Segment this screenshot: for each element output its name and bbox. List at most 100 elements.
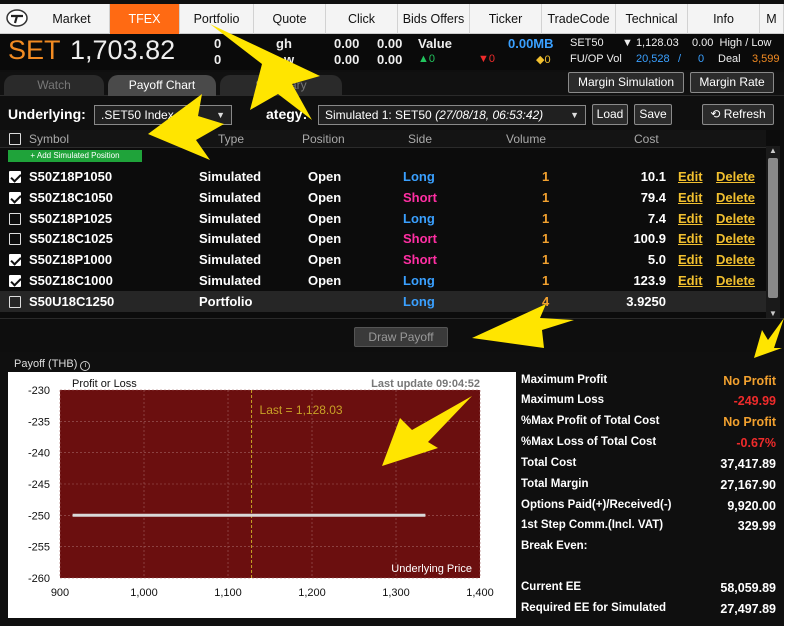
row-type: Portfolio: [199, 293, 253, 309]
header-type[interactable]: Type: [218, 132, 244, 146]
chart-title: Profit or Loss: [72, 378, 137, 390]
row-checkbox[interactable]: [9, 212, 21, 225]
nav-tab-market[interactable]: Market: [34, 4, 110, 34]
underlying-select[interactable]: .SET50 Index ▼: [94, 105, 232, 125]
row-checkbox[interactable]: [9, 171, 21, 183]
x-tick-label: 900: [51, 587, 69, 599]
row-side: Long: [403, 293, 435, 309]
payoff-chart: -230 -235 -240 -245 -250 -255 -260900 1,000 1,10…: [8, 372, 516, 618]
row-checkbox[interactable]: [9, 233, 21, 246]
table-row[interactable]: S50Z18P1000 Simulated Open Short 1 5.0 Edit Del…: [0, 249, 766, 270]
x-tick-label: 1,200: [298, 587, 326, 599]
scroll-down-icon[interactable]: ▼: [769, 309, 777, 318]
stat-value: -0.67%: [736, 436, 776, 450]
header-side[interactable]: Side: [408, 132, 432, 146]
table-row[interactable]: S50Z18P1050 Simulated Open Long 1 10.1 Edit Del…: [0, 166, 766, 187]
y-tick-label: -230: [28, 385, 50, 397]
stat-label: %Max Profit of Total Cost: [521, 415, 660, 427]
payoff-title: Payoff (THB) i: [14, 358, 91, 371]
table-scrollbar[interactable]: ▲ ▼: [766, 146, 780, 318]
edit-link[interactable]: Edit: [678, 252, 703, 267]
tab-watch[interactable]: Watch: [4, 75, 104, 96]
edit-link[interactable]: Edit: [678, 211, 703, 226]
row-checkbox[interactable]: [9, 275, 21, 287]
row-type: Simulated: [199, 252, 262, 268]
row-symbol: S50Z18C1000: [29, 273, 113, 288]
stat-value: No Profit: [723, 374, 776, 388]
delete-link[interactable]: Delete: [716, 169, 755, 184]
row-checkbox[interactable]: [9, 254, 21, 267]
delete-link[interactable]: Delete: [716, 190, 755, 205]
row-position: Open: [308, 210, 342, 226]
row-side: Short: [403, 252, 437, 268]
header-symbol[interactable]: Symbol: [29, 132, 69, 146]
table-row[interactable]: S50Z18C1050 Simulated Open Short 1 79.4 Edit De…: [0, 187, 766, 208]
nav-tab-technical[interactable]: Technical: [616, 4, 688, 34]
delete-link[interactable]: Delete: [716, 211, 755, 226]
strategy-select[interactable]: Simulated 1: SET50 (27/08/18, 06:53:42) …: [318, 105, 586, 125]
op-vol-value: 0: [698, 53, 705, 65]
nav-tab-bids-offers[interactable]: Bids Offers: [398, 4, 470, 34]
stat-row: Current EE 58,059.89: [520, 581, 776, 601]
select-all-checkbox[interactable]: [9, 133, 21, 145]
table-row[interactable]: S50U18C1250 Portfolio Long 4 3.9250: [0, 290, 766, 312]
table-row[interactable]: S50Z18P1025 Simulated Open Long 1 7.4 Edit Dele…: [0, 208, 766, 229]
delete-link[interactable]: Delete: [716, 273, 755, 288]
draw-payoff-button[interactable]: Draw Payoff: [354, 327, 448, 347]
scroll-up-icon[interactable]: ▲: [769, 146, 777, 155]
info-icon[interactable]: i: [80, 361, 91, 371]
nav-tab-quote[interactable]: Quote: [254, 4, 326, 34]
header-cost[interactable]: Cost: [634, 132, 659, 146]
nav-tab-click[interactable]: Click: [326, 4, 398, 34]
nav-tab-m[interactable]: M: [760, 4, 784, 34]
y-tick-label: -250: [28, 510, 50, 522]
nav-tab-portfolio[interactable]: Portfolio: [180, 4, 254, 34]
edit-link[interactable]: Edit: [678, 231, 703, 246]
low-label: w: [284, 52, 295, 67]
scrollbar-thumb[interactable]: [768, 158, 778, 298]
row-type: Simulated: [199, 210, 262, 226]
row-position: Open: [308, 273, 342, 288]
stat-value: 58,059.89: [720, 581, 776, 595]
edit-link[interactable]: Edit: [678, 190, 703, 205]
row-checkbox[interactable]: [9, 191, 21, 204]
delete-link[interactable]: Delete: [716, 252, 755, 267]
row-position: Open: [308, 231, 342, 247]
y-tick-label: -235: [28, 416, 50, 428]
chevron-down-icon: ▼: [570, 110, 579, 120]
stat-row: %Max Loss of Total Cost -0.67%: [520, 436, 776, 456]
decline-count: ▼0: [478, 53, 496, 65]
header-volume[interactable]: Volume: [506, 132, 546, 146]
last-update-label: Last update 09:04:52: [371, 378, 480, 390]
last-price-label: Last = 1,128.03: [260, 403, 343, 417]
load-button[interactable]: Load: [592, 104, 628, 125]
row-cost: 79.4: [640, 189, 666, 205]
nav-tab-tradecode[interactable]: TradeCode: [542, 4, 616, 34]
tab-payoff-chart[interactable]: Payoff Chart: [108, 75, 216, 96]
margin-simulation-button[interactable]: Margin Simulation: [568, 72, 684, 93]
app-logo-icon: [6, 9, 28, 27]
edit-link[interactable]: Edit: [678, 169, 703, 184]
edit-link[interactable]: Edit: [678, 273, 703, 288]
refresh-button[interactable]: ⟲ Refresh: [702, 104, 774, 125]
delete-link[interactable]: Delete: [716, 231, 755, 246]
add-simulated-position-button[interactable]: + Add Simulated Position: [8, 150, 142, 162]
nav-tab-tfex[interactable]: TFEX: [110, 4, 180, 34]
nav-tab-info[interactable]: Info: [688, 4, 760, 34]
header-position[interactable]: Position: [302, 132, 345, 146]
index-value: 1,703.82: [70, 35, 176, 65]
margin-rate-button[interactable]: Margin Rate: [690, 72, 774, 93]
strategy-label: ategy:: [266, 106, 308, 122]
stat-value: No Profit: [723, 415, 776, 429]
underlying-row: Underlying: .SET50 Index ▼ ategy: Simula…: [0, 100, 784, 128]
save-button[interactable]: Save: [634, 104, 672, 125]
table-row[interactable]: S50Z18C1000 Simulated Open Long 1 123.9 Edit De…: [0, 270, 766, 291]
row-cost: 7.4: [647, 210, 666, 226]
nav-tab-ticker[interactable]: Ticker: [470, 4, 542, 34]
row-type: Simulated: [199, 273, 262, 288]
row-checkbox[interactable]: [9, 295, 21, 308]
table-row[interactable]: S50Z18C1025 Simulated Open Short 1 100.9 Edit D…: [0, 228, 766, 249]
tab-summary[interactable]: Summary: [220, 75, 342, 96]
row-cost: 3.9250: [626, 293, 666, 309]
x-tick-label: 1,300: [382, 587, 410, 599]
